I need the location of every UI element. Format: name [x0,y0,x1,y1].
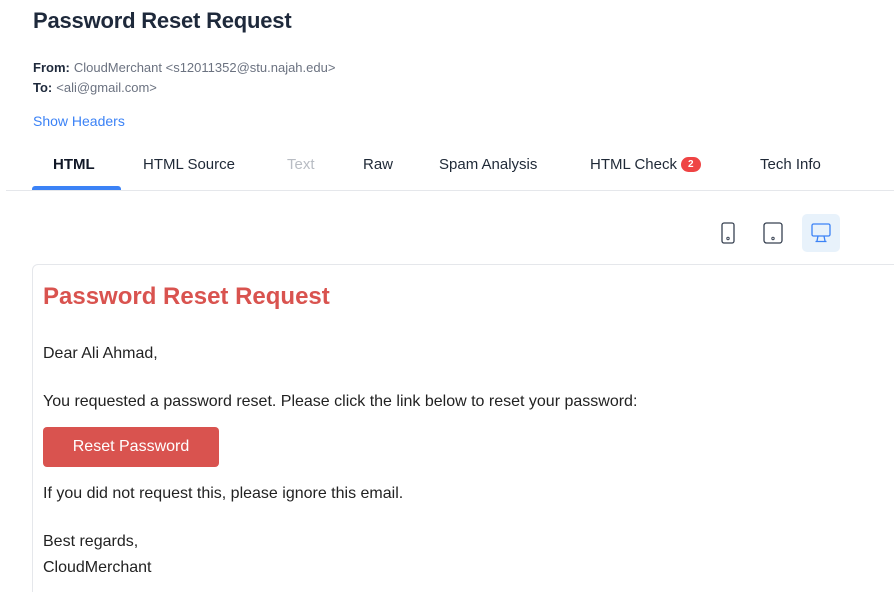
html-check-count-badge: 2 [680,157,701,172]
mobile-icon [721,222,735,244]
view-tabs: HTML HTML Source Text Raw Spam Analysis … [6,146,894,191]
desktop-view-button[interactable] [802,214,840,252]
tab-html-source[interactable]: HTML Source [143,156,235,173]
to-value: <ali@gmail.com> [56,80,157,95]
from-label: From: [33,60,70,75]
tab-tech-info[interactable]: Tech Info [760,156,821,173]
tab-spam-analysis[interactable]: Spam Analysis [439,156,537,173]
tab-html[interactable]: HTML [53,156,95,173]
desktop-icon [811,223,831,243]
email-signoff: Best regards, [43,533,139,550]
to-line: To: <ali@gmail.com> [33,80,157,95]
email-signature: CloudMerchant [43,559,152,576]
tablet-view-button[interactable] [754,214,792,252]
tablet-icon [763,222,783,244]
tab-text[interactable]: Text [287,156,315,173]
email-preview-frame: Password Reset Request Dear Ali Ahmad, Y… [32,264,894,592]
tab-html-check[interactable]: HTML Check 2 [590,156,701,173]
email-viewer: Password Reset Request From: CloudMerchan… [0,0,894,592]
from-value: CloudMerchant <s12011352@stu.najah.edu> [73,60,336,75]
email-subject: Password Reset Request [33,8,292,33]
active-tab-indicator [32,186,121,190]
email-body-text: You requested a password reset. Please c… [43,393,638,410]
show-headers-link[interactable]: Show Headers [33,113,125,129]
tab-raw[interactable]: Raw [363,156,393,173]
reset-password-button[interactable]: Reset Password [43,427,219,467]
from-line: From: CloudMerchant <s12011352@stu.najah.… [33,60,335,75]
email-greeting: Dear Ali Ahmad, [43,345,158,362]
mobile-view-button[interactable] [709,214,747,252]
email-body-title: Password Reset Request [43,283,330,310]
tab-html-check-label: HTML Check [590,156,677,173]
email-ignore-note: If you did not request this, please igno… [43,485,404,502]
to-label: To: [33,80,53,95]
